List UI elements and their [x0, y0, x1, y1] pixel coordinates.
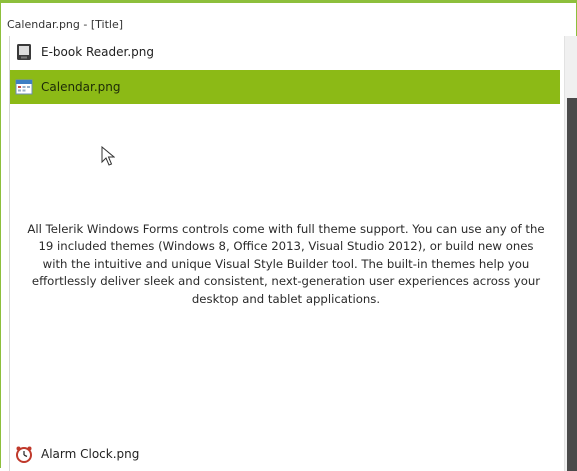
scrollbar-thumb[interactable]: [567, 98, 577, 471]
list-item-label: Alarm Clock.png: [41, 447, 140, 461]
list-item-label: Calendar.png: [41, 80, 121, 94]
list-item-alarm-clock[interactable]: Alarm Clock.png: [10, 442, 560, 466]
mouse-pointer-icon: [101, 146, 115, 166]
list-item-calendar[interactable]: Calendar.png: [10, 70, 560, 104]
window-frame: Calendar.png - [Title] E-book Reader.png…: [0, 0, 577, 471]
calendar-icon: [15, 79, 33, 95]
description-text: All Telerik Windows Forms controls come …: [27, 222, 545, 306]
list-item-label: E-book Reader.png: [41, 45, 154, 59]
alarm-clock-icon: [16, 446, 32, 463]
window-title: Calendar.png - [Title]: [7, 18, 124, 31]
list-item-ebook-reader[interactable]: E-book Reader.png: [10, 39, 560, 65]
ebook-reader-icon: [17, 44, 31, 60]
vertical-scrollbar[interactable]: [564, 36, 577, 471]
